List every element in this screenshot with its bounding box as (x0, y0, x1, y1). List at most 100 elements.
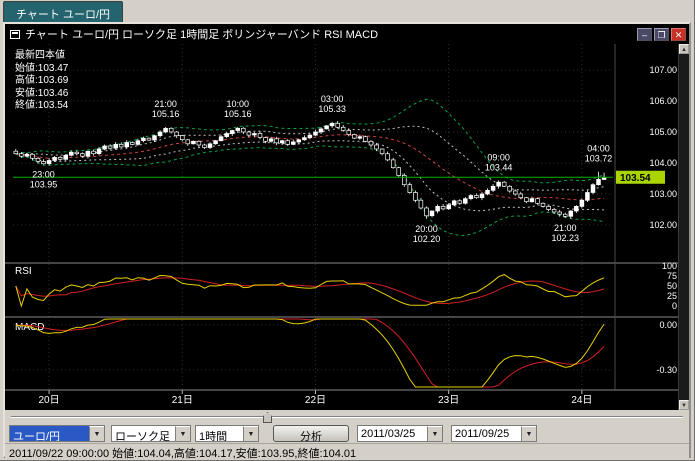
candle-body (458, 201, 462, 204)
annotation-price: 102.20 (413, 234, 441, 244)
annotation-time: 10:00 (227, 99, 250, 109)
candle-body (519, 194, 523, 198)
status-bar: 2011/09/22 09:00:00 始値:104.04,高値:104.17,… (5, 443, 689, 459)
rsi-axis-label: 25 (667, 291, 677, 301)
annotation-price: 105.16 (224, 109, 252, 119)
chart-type-select[interactable]: ローソク足 ▼ (111, 425, 191, 442)
candle-body (508, 186, 512, 191)
annotation-price: 105.33 (318, 104, 346, 114)
candle-body (291, 142, 295, 145)
rsi-panel-label: RSI (15, 266, 32, 277)
price-chart-svg: 107.00106.00105.00104.00103.00102.0020日2… (5, 44, 679, 410)
legend-open: 始値:103.47 (15, 63, 68, 76)
tab-chart-eurjpy[interactable]: チャート ユーロ/円 (3, 1, 123, 22)
analyze-button[interactable]: 分析 (273, 425, 349, 442)
candle-body (192, 141, 196, 144)
chart-type-value[interactable]: ローソク足 (112, 426, 175, 441)
chevron-down-icon[interactable]: ▼ (175, 426, 190, 441)
scroll-down-icon[interactable]: ▼ (679, 400, 689, 410)
maximize-button[interactable]: ❐ (654, 28, 669, 41)
time-scrollbar[interactable] (5, 410, 689, 424)
date-to-value[interactable]: 2011/09/25 (452, 426, 521, 441)
vertical-scrollbar[interactable]: ▲ ▼ (678, 44, 689, 410)
candle-body (25, 154, 29, 156)
close-button[interactable]: ✕ (671, 28, 686, 41)
chevron-down-icon[interactable]: ▼ (521, 426, 536, 441)
currency-pair-value[interactable]: ユーロ/円 (10, 426, 89, 441)
candle-body (419, 200, 423, 208)
candle-body (103, 146, 107, 149)
candle-body (31, 154, 35, 158)
scroll-up-icon[interactable]: ▲ (679, 44, 689, 54)
candle-body (486, 190, 490, 194)
candle-body (541, 203, 545, 206)
candle-body (219, 137, 223, 141)
bollinger-lower1-line (16, 141, 604, 211)
candle-body (236, 128, 240, 130)
macd-axis-label: 0.00 (659, 320, 677, 330)
candle-body (225, 134, 229, 137)
candle-body (97, 149, 101, 154)
rsi-axis-label: 100 (662, 261, 677, 271)
legend-high: 高値:103.69 (15, 75, 68, 88)
candle-body (580, 200, 584, 206)
date-from-value[interactable]: 2011/03/25 (358, 426, 427, 441)
annotation-time: 09:00 (487, 152, 510, 162)
candle-body (264, 138, 268, 142)
candle-body (452, 201, 456, 205)
candle-body (586, 193, 590, 201)
rsi-line (16, 275, 604, 306)
candle-body (286, 141, 290, 145)
candle-body (153, 136, 157, 140)
chart-area[interactable]: 107.00106.00105.00104.00103.00102.0020日2… (5, 44, 689, 410)
annotation-time: 23:00 (32, 170, 55, 180)
candle-body (319, 129, 323, 132)
time-scrollbar-thumb[interactable] (263, 412, 272, 423)
chevron-down-icon[interactable]: ▼ (243, 426, 258, 441)
annotation-time: 21:00 (154, 99, 177, 109)
candle-body (558, 212, 562, 214)
annotation-time: 03:00 (321, 94, 344, 104)
candle-body (597, 179, 601, 184)
rsi-axis-label: 0 (672, 301, 677, 311)
chevron-down-icon[interactable]: ▼ (89, 426, 104, 441)
macd-line (16, 319, 604, 387)
annotation-price: 103.95 (30, 180, 58, 190)
window-icon (10, 30, 20, 39)
currency-pair-select[interactable]: ユーロ/円 ▼ (9, 425, 105, 442)
candle-body (36, 158, 40, 161)
candle-body (75, 152, 79, 154)
date-to-picker[interactable]: 2011/09/25 ▼ (451, 425, 537, 442)
candle-body (386, 154, 390, 160)
timeframe-value[interactable]: 1時間 (196, 426, 243, 441)
candle-body (142, 138, 146, 141)
candle-body (574, 206, 578, 211)
price-axis-label: 105.00 (649, 127, 677, 137)
minimize-button[interactable]: – (637, 28, 652, 41)
candle-body (358, 137, 362, 139)
macd-axis-label: -0.30 (656, 365, 677, 375)
time-scrollbar-track[interactable] (11, 416, 683, 418)
timeframe-select[interactable]: 1時間 ▼ (195, 425, 259, 442)
annotation-price: 105.16 (152, 109, 180, 119)
candle-body (330, 123, 334, 126)
candle-body (303, 138, 307, 140)
annotation-price: 103.44 (485, 162, 513, 172)
candle-body (552, 210, 556, 213)
candle-body (203, 145, 207, 148)
candle-body (469, 196, 473, 199)
day-label: 24日 (571, 395, 592, 406)
candle-body (53, 157, 57, 160)
candle-body (42, 162, 46, 164)
candle-body (536, 199, 540, 204)
candle-body (569, 211, 573, 216)
date-from-picker[interactable]: 2011/03/25 ▼ (357, 425, 443, 442)
candle-body (253, 134, 257, 136)
candle-body (92, 151, 96, 154)
candle-body (502, 182, 506, 186)
chevron-down-icon[interactable]: ▼ (427, 426, 442, 441)
macd-signal-line (16, 319, 604, 387)
current-price-value: 103.54 (620, 173, 651, 184)
candle-body (208, 144, 212, 148)
latest-quote-legend: 最新四本値 始値:103.47 高値:103.69 安値:103.46 終値:1… (15, 50, 68, 113)
